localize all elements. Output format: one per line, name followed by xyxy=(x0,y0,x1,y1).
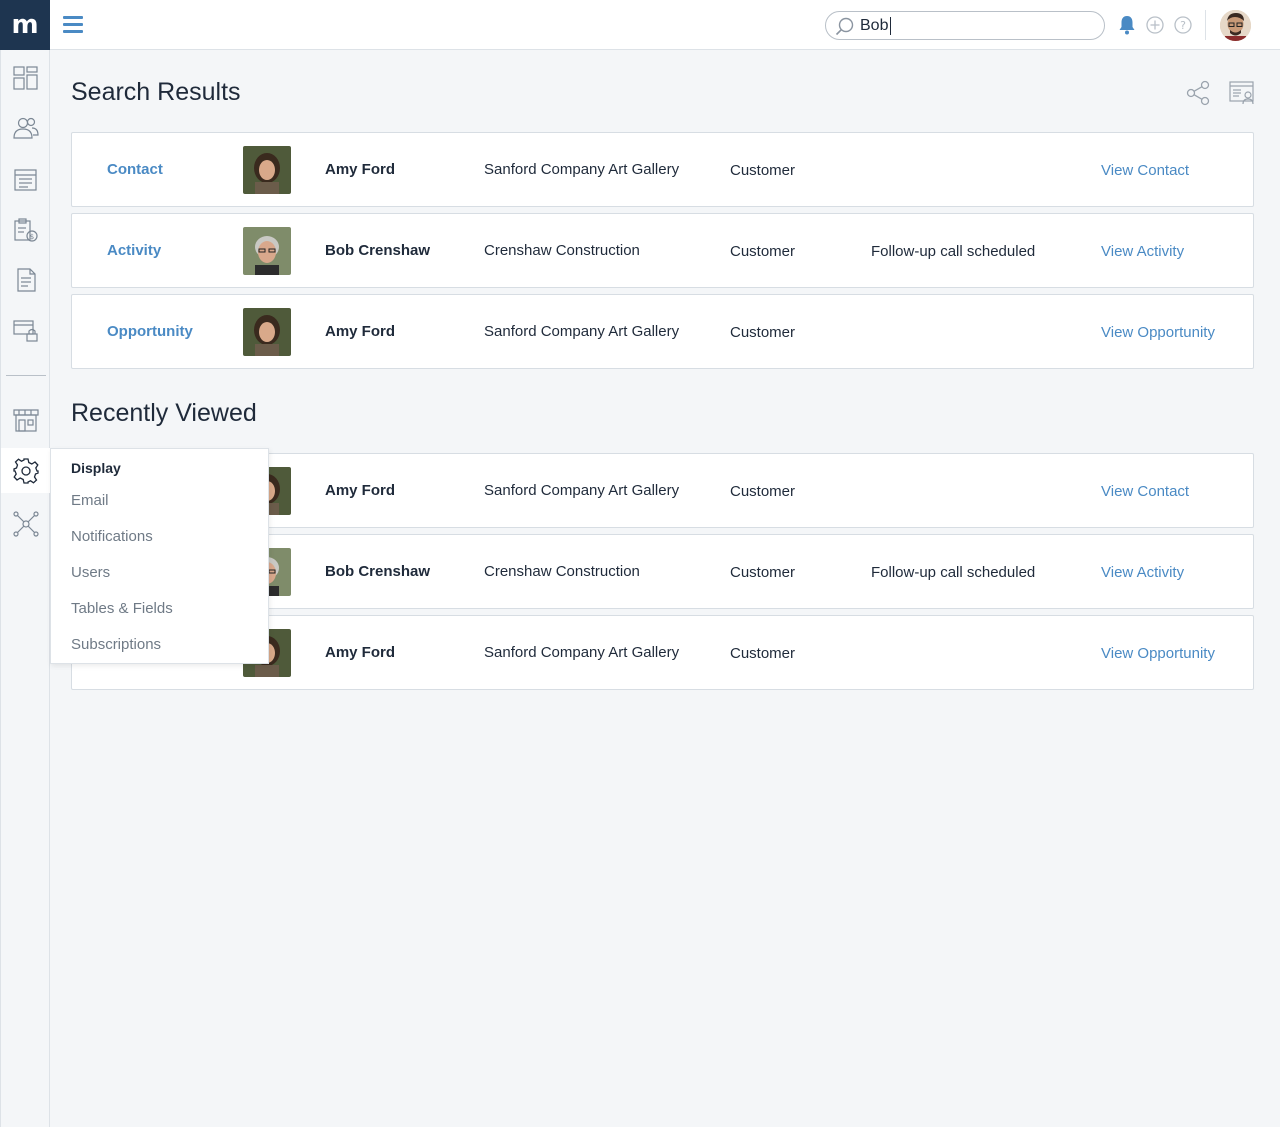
invoice-icon[interactable]: $ xyxy=(12,216,40,244)
contact-report-icon[interactable] xyxy=(1229,80,1255,106)
plus-circle-icon[interactable] xyxy=(1145,14,1165,36)
contact-role: Customer xyxy=(730,162,796,179)
list-icon[interactable] xyxy=(12,166,40,194)
contact-role: Customer xyxy=(730,645,796,662)
search-icon xyxy=(835,17,854,36)
svg-text:?: ? xyxy=(1180,19,1186,32)
contact-role: Customer xyxy=(730,324,796,341)
view-activity-link[interactable]: View Activity xyxy=(1101,243,1184,260)
result-type-label[interactable]: Contact xyxy=(107,161,163,178)
search-result-row[interactable]: Contact Amy Ford Sanford Company Art Gal… xyxy=(71,132,1254,207)
secure-payment-icon[interactable] xyxy=(12,316,40,344)
marketplace-icon[interactable] xyxy=(12,406,40,434)
contacts-icon[interactable] xyxy=(12,114,40,142)
menu-item-email[interactable]: Email xyxy=(71,492,109,509)
contact-photo xyxy=(243,308,291,356)
view-opportunity-link[interactable]: View Opportunity xyxy=(1101,324,1215,341)
view-contact-link[interactable]: View Contact xyxy=(1101,162,1189,179)
result-type-label[interactable]: Activity xyxy=(107,242,161,259)
company-name: Sanford Company Art Gallery xyxy=(484,323,680,340)
contact-role: Customer xyxy=(730,564,796,581)
menu-item-tables-fields[interactable]: Tables & Fields xyxy=(71,600,173,617)
top-bar: m ? xyxy=(0,0,1280,50)
dashboard-icon[interactable] xyxy=(12,64,40,92)
user-avatar[interactable] xyxy=(1220,10,1251,41)
contact-name: Amy Ford xyxy=(325,161,396,178)
view-opportunity-link[interactable]: View Opportunity xyxy=(1101,645,1215,662)
header-divider xyxy=(1205,10,1206,40)
text-caret xyxy=(890,17,891,35)
company-name: Crenshaw Construction xyxy=(484,242,640,259)
search-result-row[interactable]: Activity Bob Crenshaw Crenshaw Construct… xyxy=(71,213,1254,288)
contact-role: Customer xyxy=(730,483,796,500)
settings-menu: Display Email Notifications Users Tables… xyxy=(50,448,269,664)
activity-note: Follow-up call scheduled xyxy=(871,564,1036,581)
contact-name: Amy Ford xyxy=(325,323,396,340)
view-contact-link[interactable]: View Contact xyxy=(1101,483,1189,500)
menu-item-subscriptions[interactable]: Subscriptions xyxy=(71,636,161,653)
share-icon[interactable] xyxy=(1185,80,1211,106)
view-activity-link[interactable]: View Activity xyxy=(1101,564,1184,581)
sidebar: $ xyxy=(0,50,51,1127)
company-name: Sanford Company Art Gallery xyxy=(484,482,680,499)
global-search[interactable] xyxy=(825,11,1105,40)
contact-name: Amy Ford xyxy=(325,644,396,661)
activity-note: Follow-up call scheduled xyxy=(871,243,1036,260)
company-name: Sanford Company Art Gallery xyxy=(484,644,680,661)
logo-text: m xyxy=(11,10,39,40)
menu-item-users[interactable]: Users xyxy=(71,564,110,581)
svg-text:$: $ xyxy=(30,233,34,241)
page-title: Search Results xyxy=(71,78,241,106)
company-name: Crenshaw Construction xyxy=(484,563,640,580)
recently-viewed-title: Recently Viewed xyxy=(71,399,257,427)
contact-name: Amy Ford xyxy=(325,482,396,499)
company-name: Sanford Company Art Gallery xyxy=(484,161,680,178)
contact-name: Bob Crenshaw xyxy=(325,242,431,259)
contact-photo xyxy=(243,146,291,194)
network-icon[interactable] xyxy=(12,510,40,538)
contact-role: Customer xyxy=(730,243,796,260)
help-icon[interactable]: ? xyxy=(1173,14,1193,36)
result-type-label[interactable]: Opportunity xyxy=(107,323,193,340)
search-result-row[interactable]: Opportunity Amy Ford Sanford Company Art… xyxy=(71,294,1254,369)
menu-item-notifications[interactable]: Notifications xyxy=(71,528,153,545)
contact-name: Bob Crenshaw xyxy=(325,563,431,580)
gear-icon[interactable] xyxy=(12,457,40,485)
contact-photo xyxy=(243,227,291,275)
app-logo[interactable]: m xyxy=(0,0,50,50)
search-input[interactable] xyxy=(860,16,1090,36)
sidebar-divider xyxy=(6,375,46,376)
document-icon[interactable] xyxy=(12,266,40,294)
menu-item-display[interactable]: Display xyxy=(71,460,121,476)
hamburger-menu-icon[interactable] xyxy=(63,16,83,34)
bell-icon[interactable] xyxy=(1117,14,1137,36)
